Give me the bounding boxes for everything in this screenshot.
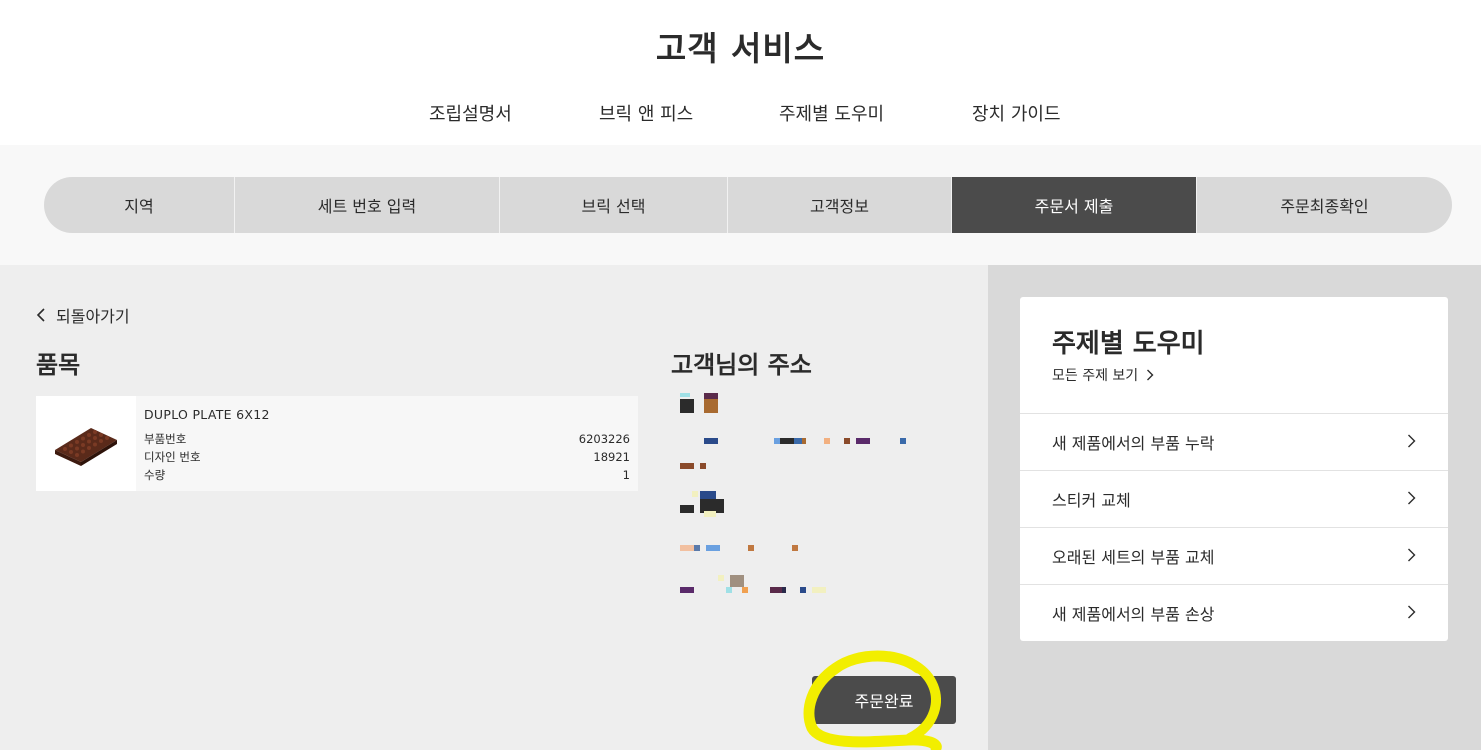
chevron-right-icon [1407, 433, 1416, 452]
back-link-label: 되돌아가기 [56, 307, 130, 326]
chevron-left-icon [36, 308, 56, 322]
item-row-quantity: 수량 1 [144, 466, 630, 484]
step-submit-order[interactable]: 주문서 제출 [952, 177, 1197, 233]
redacted-address-image [680, 393, 906, 593]
item-row-part-number: 부품번호 6203226 [144, 430, 630, 448]
topic-item-sticker-replacement[interactable]: 스티커 교체 [1020, 470, 1448, 527]
item-value: 1 [622, 468, 630, 482]
item-thumbnail [36, 396, 136, 491]
help-card-title: 주제별 도우미 [1052, 329, 1205, 359]
chevron-right-icon [1407, 547, 1416, 566]
topic-label: 새 제품에서의 부품 손상 [1052, 605, 1215, 624]
item-value: 18921 [593, 450, 630, 464]
step-order-confirmation[interactable]: 주문최종확인 [1197, 177, 1452, 233]
item-row-design-number: 디자인 번호 18921 [144, 448, 630, 466]
address-title: 고객님의 주소 [671, 351, 812, 379]
all-topics-label: 모든 주제 보기 [1052, 368, 1139, 384]
item-label: 부품번호 [144, 432, 187, 446]
step-region[interactable]: 지역 [44, 177, 235, 233]
chevron-right-icon [1146, 369, 1154, 381]
item-name: DUPLO PLATE 6X12 [144, 407, 270, 422]
nav-building-instructions[interactable]: 조립설명서 [429, 100, 512, 126]
site-header: 고객 서비스 조립설명서 브릭 앤 피스 주제별 도우미 장치 가이드 [0, 0, 1481, 145]
chevron-right-icon [1407, 490, 1416, 509]
back-link[interactable]: 되돌아가기 [36, 303, 130, 327]
item-label: 디자인 번호 [144, 450, 201, 464]
item-value: 6203226 [578, 432, 630, 446]
order-complete-button[interactable]: 주문완료 [812, 676, 956, 724]
topic-label: 스티커 교체 [1052, 491, 1131, 510]
top-nav: 조립설명서 브릭 앤 피스 주제별 도우미 장치 가이드 [0, 100, 1481, 130]
topic-item-missing-parts[interactable]: 새 제품에서의 부품 누락 [1020, 413, 1448, 470]
duplo-plate-image [55, 427, 117, 466]
help-topic-list: 새 제품에서의 부품 누락 스티커 교체 오래된 세트의 부품 교체 새 제품에… [1020, 413, 1448, 641]
nav-bricks-and-pieces[interactable]: 브릭 앤 피스 [599, 100, 693, 126]
nav-device-guide[interactable]: 장치 가이드 [972, 100, 1061, 126]
item-info: DUPLO PLATE 6X12 부품번호 6203226 디자인 번호 189… [136, 396, 638, 491]
item-label: 수량 [144, 468, 166, 482]
order-stepper: 지역 세트 번호 입력 브릭 선택 고객정보 주문서 제출 주문최종확인 [44, 177, 1452, 233]
step-select-bricks[interactable]: 브릭 선택 [500, 177, 728, 233]
help-sidebar: 주제별 도우미 모든 주제 보기 새 제품에서의 부품 누락 스티커 교체 오래… [988, 265, 1481, 750]
step-customer-info[interactable]: 고객정보 [728, 177, 952, 233]
item-card: DUPLO PLATE 6X12 부품번호 6203226 디자인 번호 189… [36, 396, 638, 491]
main-content: 되돌아가기 품목 DUPLO PLATE 6X12 부품번호 6203226 디… [0, 265, 988, 750]
topic-label: 오래된 세트의 부품 교체 [1052, 548, 1215, 567]
stepper-band: 지역 세트 번호 입력 브릭 선택 고객정보 주문서 제출 주문최종확인 [0, 145, 1481, 265]
chevron-right-icon [1407, 604, 1416, 623]
topic-item-old-set-parts[interactable]: 오래된 세트의 부품 교체 [1020, 527, 1448, 584]
step-set-number[interactable]: 세트 번호 입력 [235, 177, 500, 233]
topic-help-card: 주제별 도우미 모든 주제 보기 새 제품에서의 부품 누락 스티커 교체 오래… [1020, 297, 1448, 641]
topic-item-damaged-parts[interactable]: 새 제품에서의 부품 손상 [1020, 584, 1448, 641]
page-title: 고객 서비스 [655, 29, 826, 68]
topic-label: 새 제품에서의 부품 누락 [1052, 434, 1215, 453]
nav-topic-help[interactable]: 주제별 도우미 [779, 100, 884, 126]
items-title: 품목 [36, 351, 81, 379]
all-topics-link[interactable]: 모든 주제 보기 [1052, 365, 1154, 385]
